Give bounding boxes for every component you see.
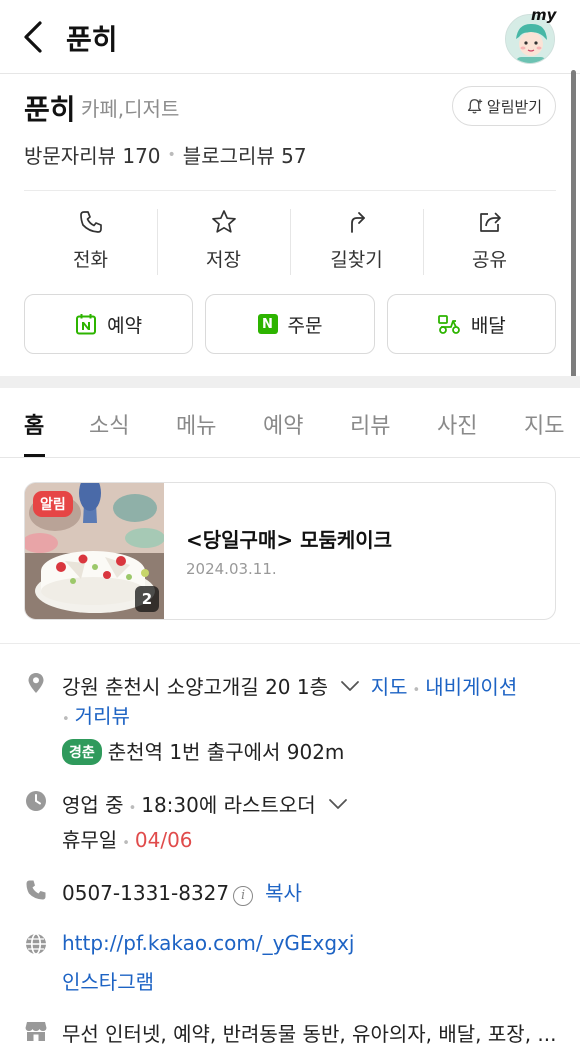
address-text: 강원 춘천시 소양고개길 20 1층 xyxy=(62,675,329,699)
street-view-link[interactable]: 거리뷰 xyxy=(75,704,130,728)
news-title: <당일구매> 모둠케이크 xyxy=(186,528,393,552)
divider xyxy=(24,190,556,191)
top-bar: 푼히 my xyxy=(0,0,580,74)
tab-reservation[interactable]: 예약 xyxy=(263,408,303,440)
delivery-label: 배달 xyxy=(470,314,506,337)
separator-dot: • xyxy=(62,712,70,727)
globe-icon xyxy=(26,933,46,955)
review-counts: 방문자리뷰 170 • 블로그리뷰 57 xyxy=(24,140,307,169)
tab-home[interactable]: 홈 xyxy=(24,408,44,440)
website-link[interactable]: http://pf.kakao.com/_yGExgxj xyxy=(62,931,354,955)
divider xyxy=(0,643,580,644)
amenities-text[interactable]: 무선 인터넷, 예약, 반려동물 동반, 유아의자, 배달, 포장, ... xyxy=(62,1018,556,1045)
tab-reviews[interactable]: 리뷰 xyxy=(350,408,390,440)
separator-dot: • xyxy=(167,146,176,163)
tab-news[interactable]: 소식 xyxy=(89,408,129,440)
directions-label: 길찾기 xyxy=(330,249,383,271)
subway-distance-text: 춘천역 1번 출구에서 902m xyxy=(107,740,345,764)
chevron-down-icon[interactable] xyxy=(340,679,360,693)
navigation-link[interactable]: 내비게이션 xyxy=(425,675,517,699)
page-title: 푼히 xyxy=(66,23,118,56)
instagram-link[interactable]: 인스타그램 xyxy=(62,966,154,995)
holiday-date: 04/06 xyxy=(134,828,193,852)
tab-map[interactable]: 지도 xyxy=(524,408,564,440)
reservation-button[interactable]: 예약 xyxy=(24,294,194,354)
store-icon xyxy=(25,1022,47,1041)
news-thumbnail: 알림 2 xyxy=(25,483,164,619)
star-icon xyxy=(211,210,236,233)
separator-dot: • xyxy=(412,683,421,698)
copy-link[interactable]: 복사 xyxy=(265,881,302,905)
scrollbar[interactable] xyxy=(571,70,576,382)
info-icon[interactable]: i xyxy=(233,885,254,906)
directions-button[interactable]: 길찾기 xyxy=(290,205,423,277)
phone-icon xyxy=(79,211,102,233)
news-card[interactable]: 알림 2 <당일구매> 모둠케이크 2024.03.11. xyxy=(24,482,556,620)
save-label: 저장 xyxy=(206,249,241,271)
subway-line-badge: 경춘 xyxy=(62,739,102,765)
hours-row[interactable]: 영업 중 • 18:30에 라스트오더 xyxy=(62,789,348,818)
action-bar: 전화 저장 길찾기 공유 xyxy=(24,205,556,277)
news-date: 2024.03.11. xyxy=(186,560,277,578)
save-button[interactable]: 저장 xyxy=(157,205,290,277)
call-label: 전화 xyxy=(73,249,108,271)
order-button[interactable]: N 주문 xyxy=(205,294,375,354)
place-name: 푼히 xyxy=(24,93,76,126)
chevron-down-icon[interactable] xyxy=(328,797,348,811)
call-button[interactable]: 전화 xyxy=(24,205,157,277)
hours-status: 영업 중 xyxy=(62,793,124,817)
image-count-badge: 2 xyxy=(135,586,159,612)
alarm-subscribe-label: 알림받기 xyxy=(486,97,543,116)
active-tab-indicator xyxy=(24,454,45,457)
alarm-badge: 알림 xyxy=(33,491,73,517)
visitor-reviews-link[interactable]: 방문자리뷰 170 xyxy=(24,140,161,169)
reservation-label: 예약 xyxy=(107,314,143,337)
alarm-subscribe-button[interactable]: 알림받기 xyxy=(452,86,556,126)
map-link[interactable]: 지도 xyxy=(371,675,408,699)
blog-reviews-link[interactable]: 블로그리뷰 57 xyxy=(183,140,307,169)
tab-menu[interactable]: 메뉴 xyxy=(176,408,216,440)
directions-icon xyxy=(350,212,365,233)
my-badge: my xyxy=(531,6,557,24)
tab-photos[interactable]: 사진 xyxy=(437,408,477,440)
tab-bar: 홈 소식 메뉴 예약 리뷰 사진 지도 xyxy=(0,388,580,458)
share-button[interactable]: 공유 xyxy=(423,205,556,277)
place-category: 카페,디저트 xyxy=(81,97,180,121)
phone-row: 0507-1331-8327 i 복사 xyxy=(62,877,302,906)
calendar-n-icon xyxy=(76,314,97,335)
phone-number[interactable]: 0507-1331-8327 xyxy=(62,881,229,905)
share-icon xyxy=(479,212,501,232)
location-pin-icon xyxy=(28,673,44,693)
phone-icon xyxy=(26,880,46,900)
delivery-scooter-icon xyxy=(437,315,460,334)
bell-plus-icon xyxy=(467,98,483,114)
separator-dot: • xyxy=(128,801,137,816)
subway-row: 경춘 춘천역 1번 출구에서 902m xyxy=(62,736,344,765)
holiday-row: 휴무일 • 04/06 xyxy=(62,824,193,853)
delivery-button[interactable]: 배달 xyxy=(386,294,556,354)
naver-n-icon: N xyxy=(257,314,278,334)
section-divider xyxy=(0,376,580,388)
share-label: 공유 xyxy=(472,249,507,271)
order-label: 주문 xyxy=(287,314,323,337)
clock-icon xyxy=(26,791,46,811)
booking-buttons: 예약 N 주문 배달 xyxy=(24,294,556,354)
address-row: 강원 춘천시 소양고개길 20 1층 지도 • 내비게이션 xyxy=(62,671,517,700)
holiday-label: 휴무일 xyxy=(62,828,118,852)
street-view-row: • 거리뷰 xyxy=(62,700,130,729)
back-arrow-icon[interactable] xyxy=(20,20,46,54)
separator-dot: • xyxy=(122,836,130,851)
last-order-text: 18:30에 라스트오더 xyxy=(141,793,316,817)
